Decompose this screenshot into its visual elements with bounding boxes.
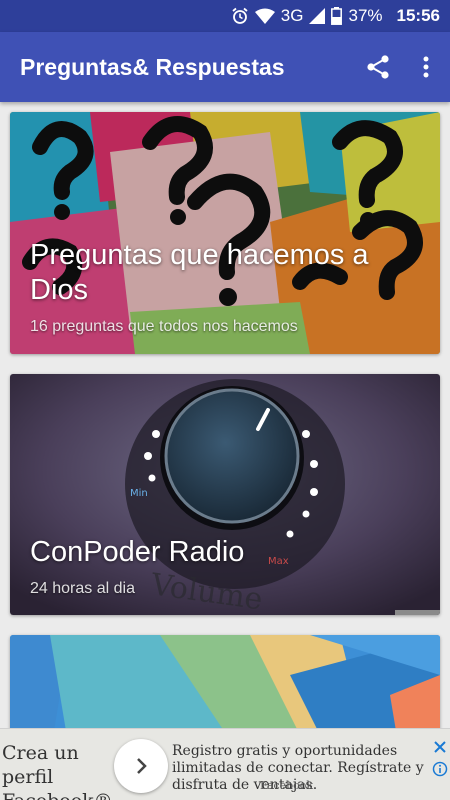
card-subtitle: 16 preguntas que todos nos hacemos [30,318,298,335]
card-list: Preguntas que hacemos a Dios 16 pregunta… [0,102,450,728]
svg-text:Min: Min [130,488,148,499]
signal-icon [309,8,326,24]
share-button[interactable] [354,43,402,91]
chevron-right-icon [137,758,147,774]
network-type: 3G [280,6,304,25]
wifi-icon [254,8,275,24]
battery-level: 37% [348,6,383,25]
volume-knob-image: Min Max Volume [10,374,440,615]
card-subtitle: 24 horas al dia [30,580,135,597]
overflow-menu-button[interactable] [406,43,446,91]
overflow-menu-icon [423,56,429,78]
ad-close-button[interactable] [432,739,448,755]
ad-info-button[interactable] [432,761,448,777]
alarm-icon [231,7,249,25]
battery-icon [331,7,343,25]
ad-headline: Crea un perfil Facebook® [2,742,113,800]
info-icon [432,761,448,777]
status-bar: 3G 37% 15:56 [0,0,450,32]
close-icon [434,741,446,753]
clock: 15:56 [396,6,440,25]
card-preguntas[interactable]: Preguntas que hacemos a Dios 16 pregunta… [10,112,440,354]
card-title: ConPoder Radio [30,536,245,568]
app-title: Preguntas& Respuestas [20,53,285,80]
share-icon [367,55,389,79]
ad-next-button[interactable] [114,739,168,793]
card-radio[interactable]: Min Max Volume ConPoder Radio 24 horas a… [10,374,440,615]
app-bar: Preguntas& Respuestas [0,32,450,102]
abstract-shapes-image [10,635,440,728]
ad-brand: Facebook [260,779,314,792]
card-title: Preguntas que hacemos a Dios [30,239,369,306]
svg-text:Max: Max [268,556,289,567]
ad-banner[interactable]: Crea un perfil Facebook® Registro gratis… [0,728,450,800]
card-third[interactable] [10,635,440,728]
